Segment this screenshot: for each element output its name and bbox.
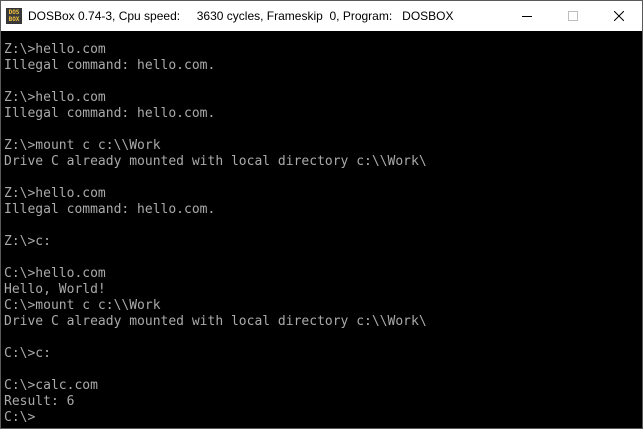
console-line: Z:\>hello.com xyxy=(4,42,106,57)
console-line: Z:\>hello.com xyxy=(4,90,106,105)
window-title: DOSBox 0.74-3, Cpu speed: 3630 cycles, F… xyxy=(28,9,454,23)
dosbox-window: DOS BOX DOSBox 0.74-3, Cpu speed: 3630 c… xyxy=(0,0,643,429)
console-line: C:\>mount c c:\\Work xyxy=(4,298,161,313)
title-bar[interactable]: DOS BOX DOSBox 0.74-3, Cpu speed: 3630 c… xyxy=(1,1,642,31)
console-line: C:\>c: xyxy=(4,346,51,361)
console-line: Hello, World! xyxy=(4,282,106,297)
console-line: Illegal command: hello.com. xyxy=(4,106,216,121)
close-icon xyxy=(614,11,624,21)
console-line: Z:\>c: xyxy=(4,234,51,249)
console-line: Illegal command: hello.com. xyxy=(4,202,216,217)
window-controls xyxy=(504,1,642,31)
app-icon-text-bottom: BOX xyxy=(8,16,20,23)
console-line: Drive C already mounted with local direc… xyxy=(4,154,427,169)
console-line: C:\>calc.com xyxy=(4,378,98,393)
console-line: C:\>hello.com xyxy=(4,266,106,281)
console-line: Z:\>hello.com xyxy=(4,186,106,201)
dos-console[interactable]: Z:\>hello.com Illegal command: hello.com… xyxy=(1,31,642,428)
minimize-button[interactable] xyxy=(504,1,550,31)
maximize-button[interactable] xyxy=(550,1,596,31)
console-line: Result: 6 xyxy=(4,394,75,409)
minimize-icon xyxy=(522,16,532,17)
app-icon-text-top: DOS xyxy=(8,9,20,16)
dosbox-app-icon[interactable]: DOS BOX xyxy=(6,8,22,24)
close-button[interactable] xyxy=(596,1,642,31)
console-line: Illegal command: hello.com. xyxy=(4,58,216,73)
console-line: Drive C already mounted with local direc… xyxy=(4,314,427,329)
console-line: Z:\>mount c c:\\Work xyxy=(4,138,161,153)
command-prompt[interactable]: C:\> xyxy=(4,410,642,426)
maximize-icon xyxy=(568,11,578,21)
